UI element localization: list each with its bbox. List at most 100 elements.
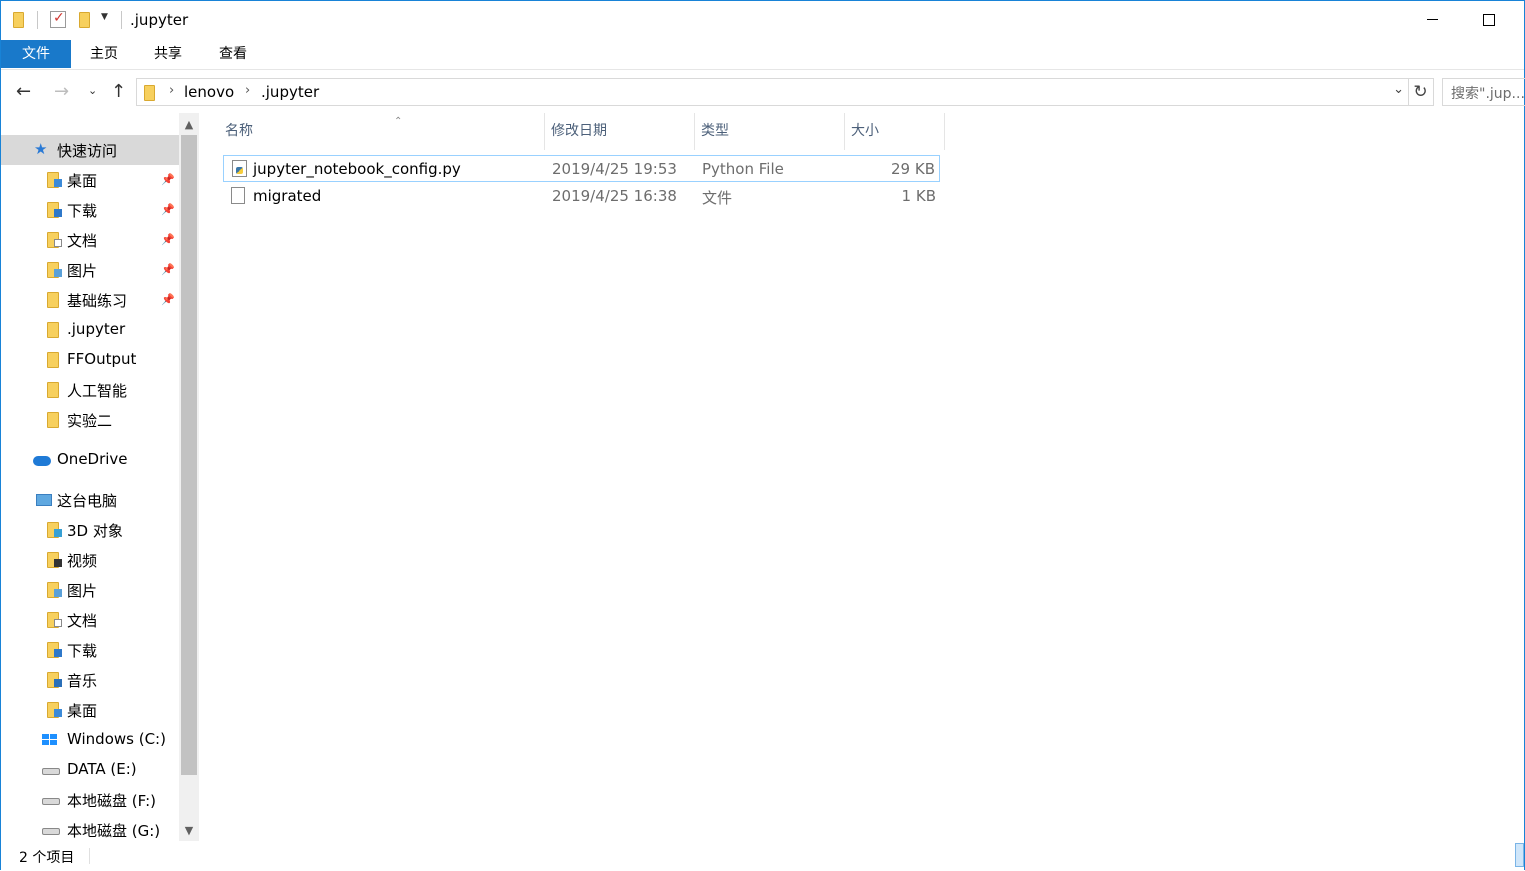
address-bar[interactable]: › lenovo › .jupyter ⌄: [136, 78, 1409, 106]
minimize-button[interactable]: [1409, 1, 1455, 38]
nav-item-downloads-pc[interactable]: 下载: [1, 635, 179, 665]
file-row[interactable]: migrated 2019/4/25 16:38 文件 1 KB: [223, 183, 940, 210]
nav-label: FFOutput: [67, 350, 137, 368]
nav-scrollbar[interactable]: ▲ ▼: [179, 113, 199, 841]
tab-file[interactable]: 文件: [1, 40, 71, 68]
search-input[interactable]: 搜索".jup...: [1442, 78, 1525, 106]
chevron-right-icon[interactable]: ›: [169, 83, 174, 98]
column-header-size[interactable]: 大小: [845, 113, 945, 150]
ribbon-tabs: 文件 主页 共享 查看: [1, 38, 1524, 70]
refresh-button[interactable]: ↻: [1408, 78, 1434, 106]
tab-share[interactable]: 共享: [139, 40, 197, 68]
column-header-type[interactable]: 类型: [695, 113, 845, 150]
nav-item-documents-pc[interactable]: 文档: [1, 605, 179, 635]
pin-icon[interactable]: 📌: [161, 263, 175, 276]
column-label: 名称: [225, 123, 253, 139]
file-modified: 2019/4/25 19:53: [552, 160, 677, 178]
nav-item-jupyter[interactable]: .jupyter: [1, 315, 179, 345]
nav-item-desktop-pc[interactable]: 桌面: [1, 695, 179, 725]
customize-quick-access-icon[interactable]: ▼: [101, 12, 108, 22]
nav-label: 3D 对象: [67, 522, 123, 540]
nav-label: 本地磁盘 (G:): [67, 822, 161, 840]
pin-icon[interactable]: 📌: [161, 233, 175, 246]
file-type: 文件: [702, 189, 733, 207]
forward-button[interactable]: →: [54, 81, 69, 102]
back-button[interactable]: ←: [16, 81, 31, 102]
nav-item-videos[interactable]: 视频: [1, 545, 179, 575]
file-list: 名称 ⌃ 修改日期 类型 大小 jupyter_notebook_config.…: [201, 113, 1524, 841]
nav-item-drive-e[interactable]: DATA (E:): [1, 755, 179, 785]
file-row[interactable]: jupyter_notebook_config.py 2019/4/25 19:…: [223, 155, 940, 182]
breadcrumb-lenovo[interactable]: lenovo: [184, 83, 234, 101]
nav-item-drive-c[interactable]: Windows (C:): [1, 725, 179, 755]
nav-item-experiment-two[interactable]: 实验二: [1, 405, 179, 435]
nav-item-pictures[interactable]: 图片 📌: [1, 255, 179, 285]
file-name: jupyter_notebook_config.py: [253, 160, 461, 178]
nav-label: DATA (E:): [67, 760, 137, 778]
downloads-folder-icon: [47, 202, 62, 218]
nav-this-pc[interactable]: 这台电脑: [1, 485, 179, 515]
3d-objects-folder-icon: [47, 522, 62, 538]
details-view-button[interactable]: [1515, 843, 1524, 867]
file-icon: [231, 187, 245, 204]
nav-label: 基础练习: [67, 292, 128, 310]
recent-locations-button[interactable]: ⌄: [88, 84, 97, 97]
item-count: 2 个项目: [19, 850, 75, 866]
chevron-right-icon[interactable]: ›: [245, 83, 250, 98]
new-folder-icon[interactable]: [77, 11, 91, 28]
separator: [121, 11, 122, 29]
cloud-icon: [33, 456, 51, 466]
pictures-folder-icon: [47, 262, 62, 278]
nav-item-pictures-pc[interactable]: 图片: [1, 575, 179, 605]
scrollbar-thumb[interactable]: [181, 135, 197, 775]
chevron-down-icon: ⌄: [88, 84, 98, 97]
column-header-modified[interactable]: 修改日期: [545, 113, 695, 150]
tab-view[interactable]: 查看: [204, 40, 262, 68]
nav-quick-access[interactable]: ★ 快速访问: [1, 135, 179, 165]
nav-item-drive-f[interactable]: 本地磁盘 (F:): [1, 785, 179, 815]
file-size: 1 KB: [901, 187, 936, 205]
explorer-window: ▼ .jupyter 文件 主页 共享 查看 ← → ⌄ ↑ › lenovo …: [0, 0, 1525, 871]
nav-item-downloads[interactable]: 下载 📌: [1, 195, 179, 225]
properties-icon[interactable]: [50, 10, 66, 28]
nav-label: OneDrive: [57, 450, 128, 468]
nav-label: 人工智能: [67, 382, 128, 400]
desktop-folder-icon: [47, 172, 62, 188]
pin-icon[interactable]: 📌: [161, 203, 175, 216]
nav-item-basic-practice[interactable]: 基础练习 📌: [1, 285, 179, 315]
maximize-button[interactable]: [1466, 1, 1512, 38]
divider: [89, 848, 90, 864]
scroll-up-icon[interactable]: ▲: [179, 115, 199, 135]
breadcrumb-jupyter[interactable]: .jupyter: [261, 83, 319, 101]
minimize-icon: [1426, 19, 1438, 20]
nav-label: Windows (C:): [67, 730, 166, 748]
drive-icon: [42, 798, 60, 805]
nav-label: 实验二: [67, 412, 113, 430]
nav-label: 音乐: [67, 672, 98, 690]
nav-tree: ★ 快速访问 桌面 📌 下载 📌 文档 📌 图片 📌 基础练习 📌 .jupyt…: [1, 113, 179, 841]
tab-home[interactable]: 主页: [75, 40, 133, 68]
nav-item-desktop[interactable]: 桌面 📌: [1, 165, 179, 195]
nav-item-ffoutput[interactable]: FFOutput: [1, 345, 179, 375]
up-button[interactable]: ↑: [111, 81, 126, 102]
nav-item-documents[interactable]: 文档 📌: [1, 225, 179, 255]
nav-item-music[interactable]: 音乐: [1, 665, 179, 695]
nav-label: 图片: [67, 582, 98, 600]
back-arrow-icon: ←: [16, 81, 32, 102]
nav-item-drive-g[interactable]: 本地磁盘 (G:): [1, 815, 179, 841]
column-header-name[interactable]: 名称 ⌃: [219, 113, 545, 150]
separator: [37, 11, 38, 29]
nav-item-3d-objects[interactable]: 3D 对象: [1, 515, 179, 545]
computer-icon: [36, 494, 52, 506]
scroll-down-icon[interactable]: ▼: [179, 821, 199, 841]
star-icon: ★: [34, 140, 48, 158]
pin-icon[interactable]: 📌: [161, 293, 175, 306]
nav-onedrive[interactable]: OneDrive: [1, 445, 179, 475]
nav-label: 本地磁盘 (F:): [67, 792, 156, 810]
pin-icon[interactable]: 📌: [161, 173, 175, 186]
nav-item-ai[interactable]: 人工智能: [1, 375, 179, 405]
address-dropdown-icon[interactable]: ⌄: [1393, 82, 1404, 97]
folder-icon: [47, 412, 59, 428]
documents-folder-icon: [47, 232, 62, 248]
windows-drive-icon: [42, 734, 58, 746]
